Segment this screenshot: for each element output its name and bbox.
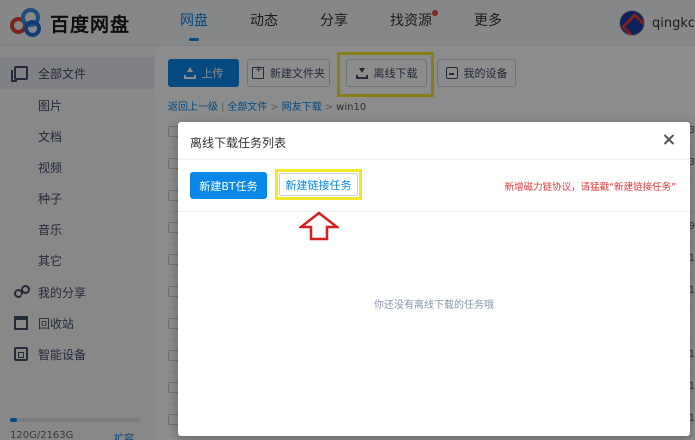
dialog-header: 离线下载任务列表 (178, 122, 690, 160)
close-icon[interactable] (660, 131, 678, 149)
magnet-tip-text: 新增磁力链协议，请猛戳“新建链接任务” (504, 182, 676, 193)
button-label: 新建BT任务 (199, 179, 258, 193)
dialog-toolbar: 新建BT任务 新建链接任务 新增磁力链协议，请猛戳“新建链接任务” (178, 160, 690, 212)
up-arrow-icon (299, 211, 339, 241)
empty-state-text: 你还没有离线下载的任务哦 (374, 300, 494, 311)
dialog-title: 离线下载任务列表 (190, 136, 287, 150)
new-bt-task-button[interactable]: 新建BT任务 (190, 172, 267, 199)
button-label: 新建链接任务 (285, 178, 352, 192)
offline-download-dialog: 离线下载任务列表 新建BT任务 新建链接任务 新增磁力链协议，请猛戳“新建链接任… (178, 122, 690, 436)
new-link-task-button[interactable]: 新建链接任务 (275, 169, 362, 200)
new-link-task-inner: 新建链接任务 (279, 173, 358, 196)
